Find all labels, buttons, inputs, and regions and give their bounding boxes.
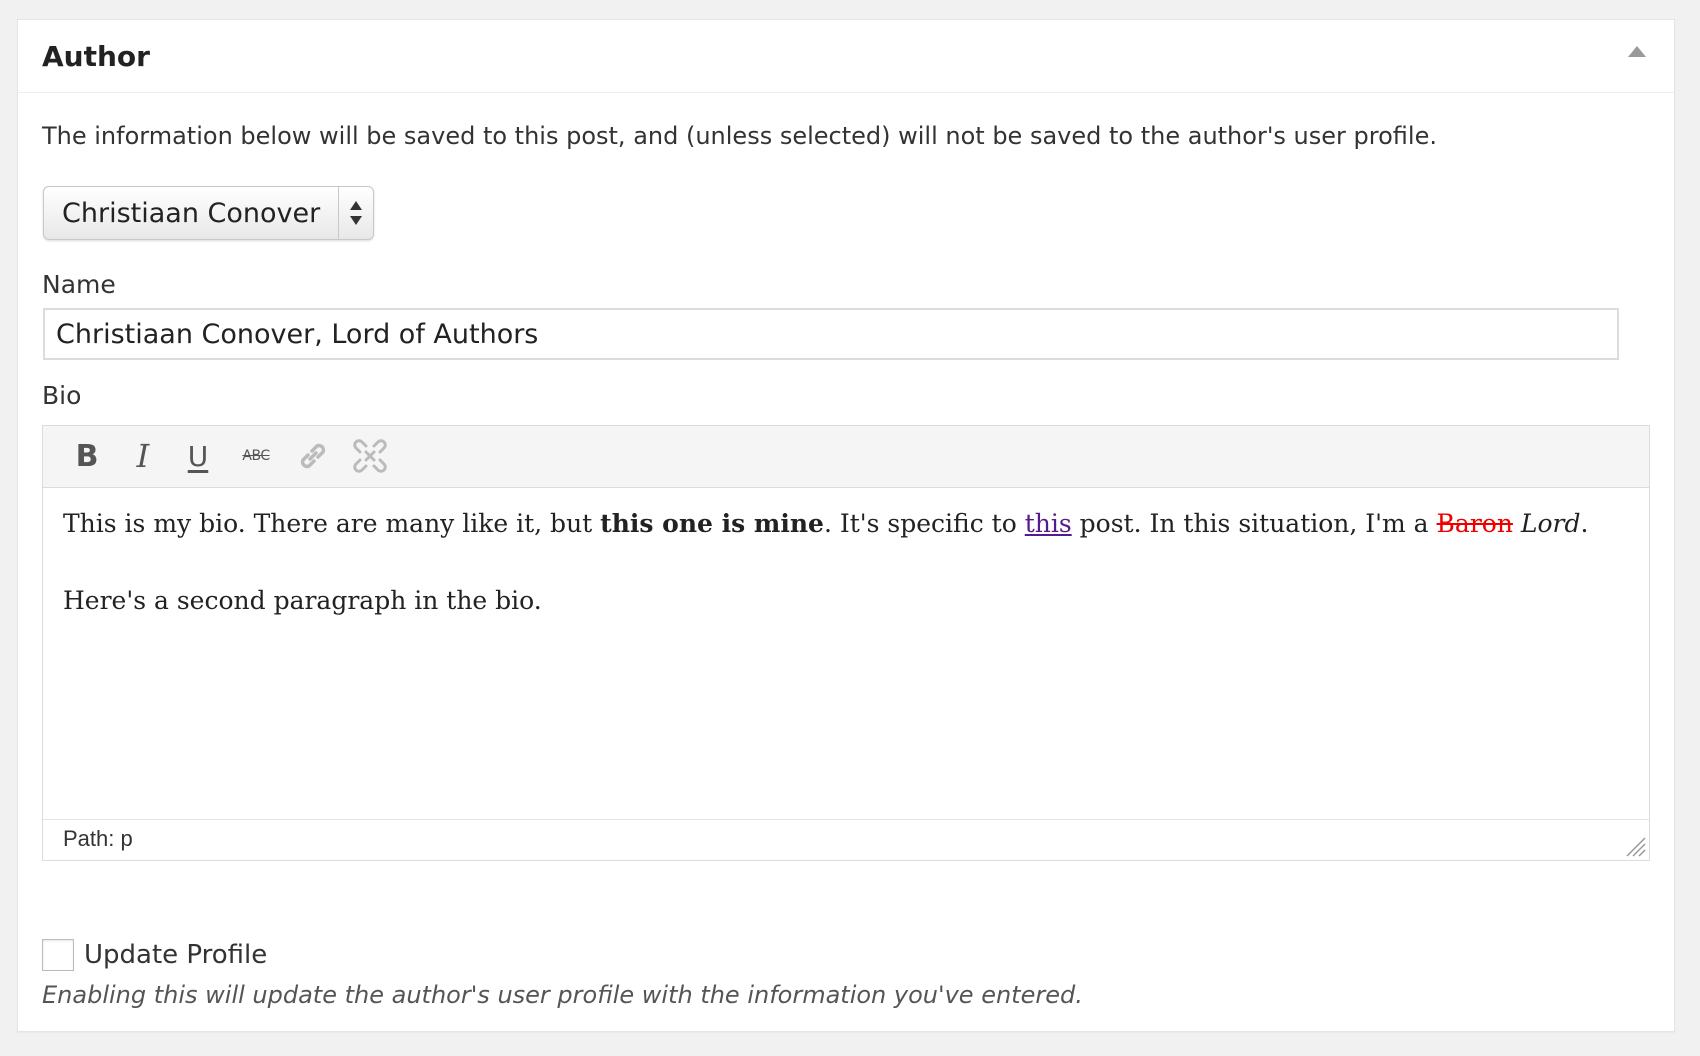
bio-paragraph-2: Here's a second paragraph in the bio.	[63, 586, 542, 615]
info-text: The information below will be saved to t…	[42, 122, 1437, 150]
bio-bold-text: this one is mine	[600, 509, 824, 538]
editor-statusbar: Path: p	[43, 819, 1649, 860]
bio-editor: B I U ABC This is my bio. There are many…	[42, 425, 1650, 861]
underline-button[interactable]: U	[178, 436, 218, 476]
bio-strike-text: Baron	[1436, 509, 1513, 538]
editor-toolbar: B I U ABC	[43, 426, 1649, 488]
metabox-inside: The information below will be saved to t…	[42, 92, 1650, 1031]
collapse-toggle-icon[interactable]	[1628, 46, 1646, 57]
select-divider	[338, 187, 339, 239]
remove-link-button[interactable]	[350, 436, 390, 476]
bio-text: .	[1580, 509, 1589, 538]
bio-text: This is my bio. There are many like it, …	[63, 509, 601, 538]
name-label: Name	[42, 270, 116, 299]
author-select[interactable]: Christiaan Conover	[43, 186, 374, 240]
bio-text: . It's specific to	[823, 509, 1025, 538]
bio-italic-text: Lord	[1520, 509, 1581, 538]
bio-paragraph-1: This is my bio. There are many like it, …	[63, 506, 1629, 541]
metabox-title: Author	[42, 40, 150, 73]
update-profile-label[interactable]: Update Profile	[84, 940, 267, 970]
insert-link-button[interactable]	[293, 436, 333, 476]
bio-label: Bio	[42, 381, 82, 410]
bio-link[interactable]: this	[1025, 509, 1072, 538]
resize-handle-icon[interactable]	[1623, 834, 1647, 858]
update-profile-description: Enabling this will update the author's u…	[42, 981, 1083, 1009]
update-profile-checkbox[interactable]	[42, 939, 74, 971]
author-metabox: Author The information below will be sav…	[17, 19, 1675, 1032]
unlink-icon	[353, 439, 387, 473]
bio-content[interactable]: This is my bio. There are many like it, …	[63, 506, 1629, 660]
author-select-value: Christiaan Conover	[62, 198, 321, 229]
name-input[interactable]	[43, 308, 1619, 360]
bio-text: post. In this situation, I'm a	[1071, 509, 1437, 538]
strikethrough-button[interactable]: ABC	[236, 436, 276, 476]
bold-button[interactable]: B	[67, 436, 107, 476]
metabox-header[interactable]: Author	[18, 20, 1674, 93]
bio-text	[1513, 509, 1521, 538]
select-arrows-icon	[350, 201, 362, 225]
editor-path: Path: p	[63, 826, 133, 851]
link-icon	[300, 443, 326, 469]
italic-button[interactable]: I	[123, 436, 163, 476]
